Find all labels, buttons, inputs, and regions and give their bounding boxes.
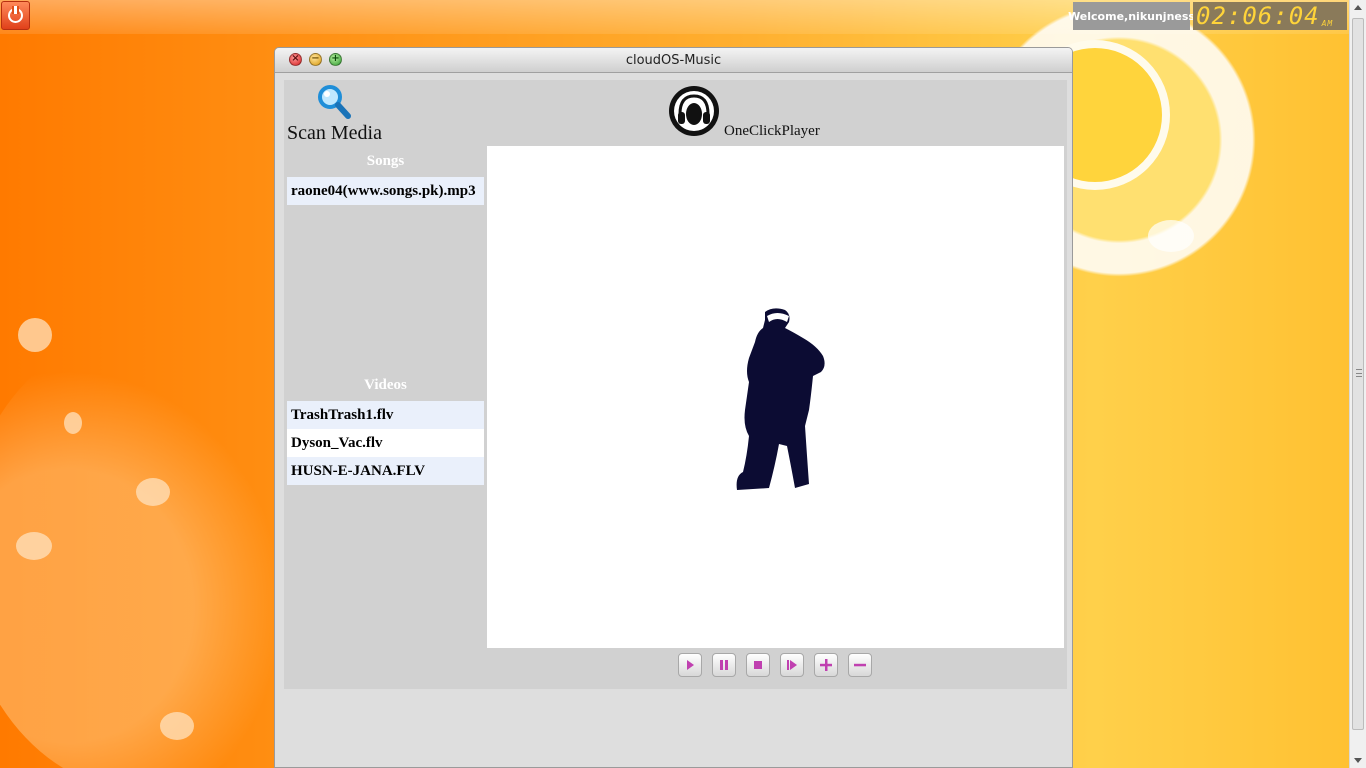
window-title: cloudOS-Music — [625, 53, 722, 68]
music-window: × − + cloudOS-Music Scan Media OneClickP… — [274, 47, 1073, 768]
scan-media-label: Scan Media — [287, 122, 382, 144]
grip-icon — [1356, 369, 1362, 377]
pause-button[interactable] — [712, 653, 736, 677]
next-icon — [787, 660, 797, 670]
play-icon — [687, 660, 694, 670]
start-button[interactable] — [1, 1, 30, 30]
scroll-down-icon[interactable] — [1354, 758, 1362, 763]
clock-time: 02:06:04 — [1196, 2, 1320, 30]
speech-bubble-decoration — [136, 478, 170, 506]
video-list-item[interactable]: TrashTrash1.flv — [287, 401, 484, 429]
welcome-label: Welcome,nikunjness — [1068, 2, 1195, 30]
silhouette-figure — [736, 308, 825, 490]
videos-heading: Videos — [364, 377, 407, 393]
volume-down-button[interactable] — [848, 653, 872, 677]
speech-bubble-decoration — [16, 532, 52, 560]
page-scrollbar[interactable] — [1349, 0, 1366, 768]
pause-icon — [720, 660, 728, 670]
stop-icon — [754, 661, 762, 669]
balloon-decoration — [64, 412, 82, 434]
clock: 02:06:04 AM — [1193, 2, 1347, 30]
headphones-logo-icon — [669, 86, 719, 136]
play-button[interactable] — [678, 653, 702, 677]
media-sidebar: Songs raone04(www.songs.pk).mp3 Videos T… — [287, 148, 484, 688]
window-titlebar[interactable]: × − + cloudOS-Music — [275, 48, 1072, 73]
bell-decoration — [18, 318, 52, 352]
songs-heading: Songs — [366, 153, 405, 169]
stop-button[interactable] — [746, 653, 770, 677]
video-list-item[interactable]: HUSN-E-JANA.FLV — [287, 457, 484, 485]
scan-media-button[interactable]: Scan Media — [287, 84, 397, 144]
next-button[interactable] — [780, 653, 804, 677]
power-icon — [8, 6, 23, 23]
scroll-thumb[interactable] — [1352, 18, 1364, 730]
volume-up-icon — [820, 659, 832, 671]
scroll-up-icon[interactable] — [1354, 5, 1362, 10]
speech-bubble-decoration — [160, 712, 194, 740]
player-name: OneClickPlayer — [724, 123, 820, 139]
clock-ampm: AM — [1321, 18, 1334, 28]
volume-down-icon — [854, 663, 866, 667]
magnifier-icon — [318, 85, 351, 119]
song-list-item[interactable]: raone04(www.songs.pk).mp3 — [287, 177, 484, 205]
video-viewer[interactable] — [487, 146, 1064, 648]
player-app: Scan Media OneClickPlayer Songs raone04(… — [284, 80, 1067, 689]
volume-up-button[interactable] — [814, 653, 838, 677]
speech-bubble-decoration — [1148, 220, 1194, 252]
video-list-item[interactable]: Dyson_Vac.flv — [287, 429, 484, 457]
